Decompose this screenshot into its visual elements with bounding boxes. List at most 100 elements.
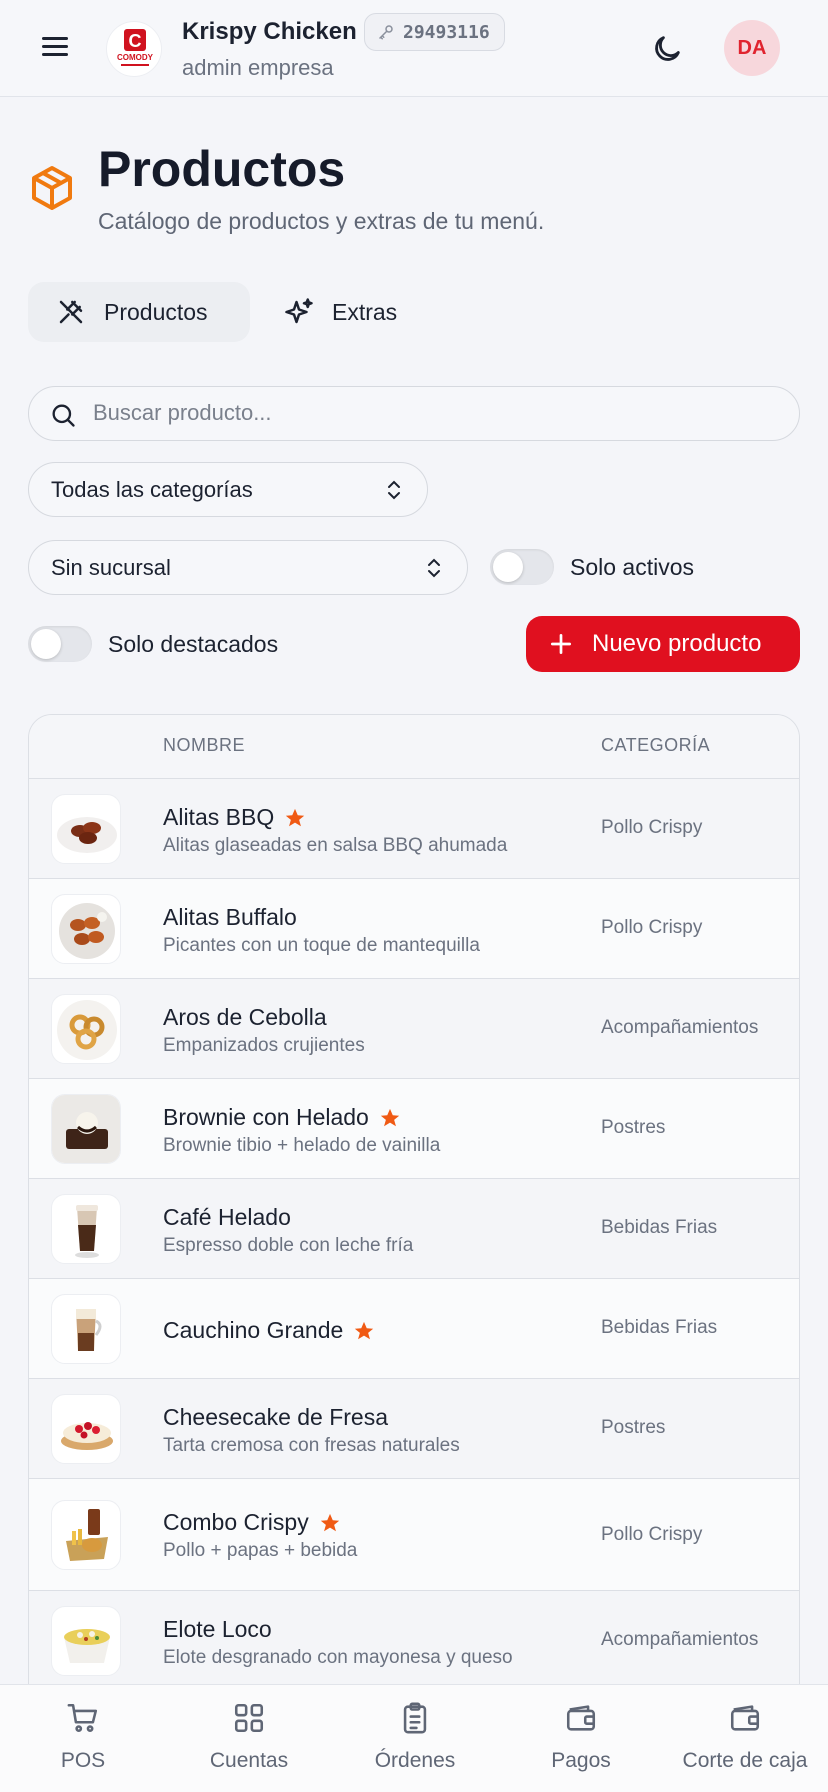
only-featured-label: Solo destacados — [108, 630, 279, 657]
tab-label: Extras — [332, 298, 398, 325]
column-header-name[interactable]: NOMBRE — [163, 735, 245, 756]
featured-star-icon — [286, 808, 305, 826]
nav-label: Corte de caja — [682, 1749, 808, 1772]
brand-logo: C COMODY — [106, 21, 162, 77]
nav-label: Órdenes — [374, 1749, 456, 1772]
menu-icon[interactable] — [40, 34, 70, 60]
company-code: 29493116 — [403, 21, 490, 43]
product-name-cell: Brownie con Helado — [163, 1104, 401, 1131]
column-header-category[interactable]: CATEGORÍA — [601, 735, 710, 756]
product-category: Acompañamientos — [601, 1629, 759, 1650]
box-icon — [28, 164, 76, 212]
search-icon — [52, 404, 75, 427]
featured-star-icon — [320, 1513, 339, 1531]
tab-extras[interactable]: Extras — [256, 282, 436, 342]
product-description: Empanizados crujientes — [163, 1035, 365, 1056]
product-description: Pollo + papas + bebida — [163, 1540, 358, 1561]
table-row[interactable]: Alitas BBQ Alitas glaseadas en salsa BBQ… — [29, 779, 799, 879]
product-description: Brownie tibio + helado de vainilla — [163, 1135, 441, 1156]
product-category: Pollo Crispy — [601, 917, 703, 938]
table-row[interactable]: Café Helado Espresso doble con leche frí… — [29, 1179, 799, 1279]
table-row[interactable]: Cheesecake de Fresa Tarta cremosa con fr… — [29, 1379, 799, 1479]
product-name: Alitas BBQ — [163, 804, 275, 830]
sparkles-icon — [285, 298, 313, 324]
only-featured-filter: Solo destacados — [28, 626, 278, 662]
page-subtitle: Catálogo de productos y extras de tu men… — [98, 208, 545, 234]
product-description: Elote desgranado con mayonesa y queso — [163, 1647, 513, 1668]
utensils-crossed-icon — [59, 300, 83, 324]
product-description: Espresso doble con leche fría — [163, 1235, 414, 1256]
product-category: Bebidas Frias — [601, 1217, 718, 1238]
product-image-aros-de-cebolla — [51, 994, 121, 1064]
search-input[interactable] — [93, 387, 783, 439]
tab-label: Productos — [104, 298, 208, 325]
product-description: Tarta cremosa con fresas naturales — [163, 1435, 460, 1456]
plus-icon — [550, 633, 572, 655]
products-table: NOMBRE CATEGORÍA Alitas BBQ Alitas glase… — [28, 714, 800, 1792]
only-active-toggle[interactable] — [490, 549, 554, 585]
wallet-icon — [730, 1705, 760, 1731]
product-name-cell: Aros de Cebolla — [163, 1004, 327, 1031]
table-row[interactable]: Alitas Buffalo Picantes con un toque de … — [29, 879, 799, 979]
featured-star-icon — [355, 1321, 374, 1339]
only-featured-toggle[interactable] — [28, 626, 92, 662]
company-code-badge[interactable]: 29493116 — [364, 13, 505, 51]
table-row[interactable]: Combo Crispy Pollo + papas + bebida Poll… — [29, 1479, 799, 1591]
theme-toggle-moon-icon[interactable] — [650, 32, 684, 66]
product-name: Combo Crispy — [163, 1509, 309, 1535]
product-category: Bebidas Frias — [601, 1317, 718, 1338]
product-image-combo-crispy — [51, 1500, 121, 1570]
product-name-cell: Alitas Buffalo — [163, 904, 297, 931]
wallet-icon — [566, 1705, 596, 1731]
user-avatar[interactable]: DA — [724, 20, 780, 76]
product-name: Elote Loco — [163, 1616, 272, 1642]
branch-select[interactable]: Sin sucursal — [28, 540, 468, 595]
nav-label: Pagos — [551, 1749, 611, 1772]
only-active-filter: Solo activos — [490, 549, 694, 585]
product-description: Picantes con un toque de mantequilla — [163, 935, 480, 956]
table-row[interactable]: Cauchino Grande Bebidas Frias — [29, 1279, 799, 1379]
app-header: C COMODY Krispy Chicken admin empresa 29… — [0, 0, 828, 97]
nav-item-cuentas[interactable]: Cuentas — [166, 1685, 332, 1792]
table-row[interactable]: Elote Loco Elote desgranado con mayonesa… — [29, 1591, 799, 1691]
product-image-cauchino-grande — [51, 1294, 121, 1364]
branch-select-value: Sin sucursal — [51, 554, 171, 580]
product-category: Postres — [601, 1117, 666, 1138]
product-category: Pollo Crispy — [601, 1524, 703, 1545]
product-name-cell: Cauchino Grande — [163, 1317, 375, 1344]
category-select[interactable]: Todas las categorías — [28, 462, 428, 517]
chevron-up-down-icon — [428, 558, 440, 578]
product-category: Postres — [601, 1417, 666, 1438]
product-category: Pollo Crispy — [601, 817, 703, 838]
nav-item-ordenes[interactable]: Órdenes — [332, 1685, 498, 1792]
product-description: Alitas glaseadas en salsa BBQ ahumada — [163, 835, 508, 856]
tab-productos[interactable]: Productos — [28, 282, 250, 342]
product-image-cafe-helado — [51, 1194, 121, 1264]
nav-label: Cuentas — [209, 1749, 289, 1772]
product-image-brownie — [51, 1094, 121, 1164]
svg-text:COMODY: COMODY — [117, 53, 154, 62]
product-name-cell: Café Helado — [163, 1204, 291, 1231]
search-box — [28, 386, 800, 441]
nav-item-pagos[interactable]: Pagos — [498, 1685, 664, 1792]
product-category: Acompañamientos — [601, 1017, 759, 1038]
bottom-navigation: POS Cuentas Órdenes Pagos Corte de caja — [0, 1684, 828, 1792]
product-name-cell: Alitas BBQ — [163, 804, 306, 831]
brand-role: admin empresa — [182, 55, 334, 80]
product-name: Café Helado — [163, 1204, 291, 1230]
nav-item-corte-de-caja[interactable]: Corte de caja — [662, 1685, 828, 1792]
product-name: Cauchino Grande — [163, 1317, 344, 1343]
nav-item-pos[interactable]: POS — [0, 1685, 166, 1792]
clipboard-icon — [403, 1702, 427, 1734]
new-product-button[interactable]: Nuevo producto — [526, 616, 800, 672]
only-active-label: Solo activos — [570, 553, 695, 580]
table-row[interactable]: Brownie con Helado Brownie tibio + helad… — [29, 1079, 799, 1179]
table-row[interactable]: Aros de Cebolla Empanizados crujientes A… — [29, 979, 799, 1079]
product-image-alitas-bbq — [51, 794, 121, 864]
product-name-cell: Cheesecake de Fresa — [163, 1404, 388, 1431]
grid-icon — [234, 1703, 264, 1733]
nav-label: POS — [60, 1749, 106, 1772]
chevron-up-down-icon — [388, 480, 400, 500]
table-header: NOMBRE CATEGORÍA — [29, 715, 799, 779]
featured-star-icon — [380, 1108, 400, 1126]
